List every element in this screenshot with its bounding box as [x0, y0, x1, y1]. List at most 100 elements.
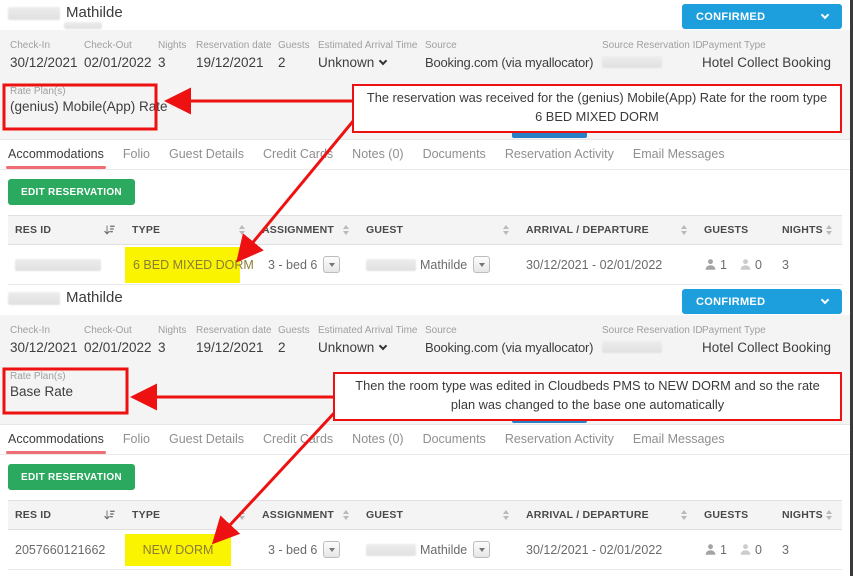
nights-cell: 3 — [775, 258, 842, 272]
col-arrival-departure[interactable]: ARRIVAL / DEPARTURE — [519, 224, 697, 236]
tab-documents[interactable]: Documents — [423, 147, 486, 167]
col-guest[interactable]: GUEST — [359, 224, 519, 236]
tab-separator — [0, 169, 850, 170]
caret-down-icon — [479, 548, 485, 552]
table-row: 2057660121662 NEW DORM 3 - bed 6 Mathild… — [8, 530, 842, 570]
info-guests: Guests2 — [278, 325, 310, 355]
sort-icon — [681, 225, 687, 235]
rate-plan-value: Base Rate — [10, 384, 73, 399]
chevron-down-icon — [379, 341, 387, 349]
sort-amount-icon — [103, 509, 115, 521]
sort-icon — [826, 510, 832, 520]
redacted-res-id — [15, 259, 101, 271]
type-cell: NEW DORM — [125, 534, 255, 566]
sort-icon — [503, 510, 509, 520]
status-dropdown[interactable]: CONFIRMED — [682, 289, 842, 314]
sort-icon — [343, 510, 349, 520]
chevron-down-icon — [821, 296, 829, 304]
info-reservation-date: Reservation date19/12/2021 — [196, 40, 272, 70]
info-guests: Guests2 — [278, 40, 310, 70]
tab-credit-cards[interactable]: Credit Cards — [263, 147, 333, 167]
col-guest[interactable]: GUEST — [359, 509, 519, 521]
col-arrival-departure[interactable]: ARRIVAL / DEPARTURE — [519, 509, 697, 521]
caret-down-icon — [329, 548, 335, 552]
room-type-highlight[interactable]: 6 BED MIXED DORM — [125, 247, 240, 283]
redacted-first-name — [366, 544, 416, 556]
tab-accommodations[interactable]: Accommodations — [8, 147, 104, 167]
info-nights: Nights3 — [158, 325, 186, 355]
col-type[interactable]: TYPE — [125, 509, 255, 521]
info-payment-type: Payment TypeHotel Collect Booking — [702, 325, 831, 355]
info-arrival-time: Estimated Arrival Time Unknown — [318, 325, 417, 355]
arrival-time-dropdown[interactable]: Unknown — [318, 55, 417, 70]
guest-name: Mathilde — [66, 4, 123, 21]
reservation-header: Mathilde CONFIRMED — [0, 0, 850, 30]
redacted-source-id — [602, 341, 662, 353]
chevron-down-icon — [821, 11, 829, 19]
status-dropdown[interactable]: CONFIRMED — [682, 4, 842, 29]
col-nights[interactable]: NIGHTS — [775, 509, 842, 521]
info-reservation-date: Reservation date19/12/2021 — [196, 325, 272, 355]
edit-reservation-button[interactable]: EDIT RESERVATION — [8, 464, 135, 490]
sort-icon — [343, 225, 349, 235]
guest-dropdown[interactable] — [473, 541, 490, 558]
sort-amount-icon — [103, 224, 115, 236]
adult-icon — [704, 543, 717, 556]
tab-guest-details[interactable]: Guest Details — [169, 432, 244, 452]
info-nights: Nights3 — [158, 40, 186, 70]
accommodations-table: RES ID TYPE ASSIGNMENT GUEST ARRIVAL / D… — [8, 215, 842, 285]
info-check-in: Check-In30/12/2021 — [10, 40, 78, 70]
info-source-reservation-id: Source Reservation ID — [602, 325, 703, 358]
tab-separator — [0, 454, 850, 455]
redacted-first-name — [366, 259, 416, 271]
annotation-callout: Then the room type was edited in Cloudbe… — [333, 372, 842, 421]
col-res-id[interactable]: RES ID — [8, 224, 125, 236]
reservation-panel-after: Mathilde CONFIRMED Check-In30/12/2021 Ch… — [0, 285, 850, 576]
guest-dropdown[interactable] — [473, 256, 490, 273]
guest-name: Mathilde — [66, 289, 123, 306]
assignment-dropdown[interactable] — [323, 256, 340, 273]
col-res-id[interactable]: RES ID — [8, 509, 125, 521]
col-assignment[interactable]: ASSIGNMENT — [255, 509, 359, 521]
tab-folio[interactable]: Folio — [123, 147, 150, 167]
tab-reservation-activity[interactable]: Reservation Activity — [505, 432, 614, 452]
tab-email-messages[interactable]: Email Messages — [633, 432, 725, 452]
room-type-highlight[interactable]: NEW DORM — [125, 534, 231, 566]
table-header: RES ID TYPE ASSIGNMENT GUEST ARRIVAL / D… — [8, 500, 842, 530]
type-cell: 6 BED MIXED DORM — [125, 247, 255, 283]
col-assignment[interactable]: ASSIGNMENT — [255, 224, 359, 236]
sort-icon — [826, 225, 832, 235]
tab-notes[interactable]: Notes (0) — [352, 432, 403, 452]
tab-folio[interactable]: Folio — [123, 432, 150, 452]
tab-guest-details[interactable]: Guest Details — [169, 147, 244, 167]
adult-icon — [704, 258, 717, 271]
sort-icon — [239, 225, 245, 235]
col-guests: GUESTS — [697, 509, 775, 521]
guest-cell: Mathilde — [359, 541, 519, 558]
arrival-departure-cell: 30/12/2021 - 02/01/2022 — [519, 543, 697, 557]
redacted-surname — [8, 7, 60, 20]
annotation-callout: The reservation was received for the (ge… — [352, 84, 842, 133]
tab-documents[interactable]: Documents — [423, 432, 486, 452]
child-icon — [739, 258, 752, 271]
sort-icon — [239, 510, 245, 520]
caret-down-icon — [329, 263, 335, 267]
guests-cell: 1 0 — [697, 543, 775, 557]
status-label: CONFIRMED — [696, 11, 822, 23]
tab-notes[interactable]: Notes (0) — [352, 147, 403, 167]
tab-accommodations[interactable]: Accommodations — [8, 432, 104, 452]
tab-credit-cards[interactable]: Credit Cards — [263, 432, 333, 452]
redacted-source-id — [602, 56, 662, 68]
edit-reservation-button[interactable]: EDIT RESERVATION — [8, 179, 135, 205]
caret-down-icon — [479, 263, 485, 267]
guest-cell: Mathilde — [359, 256, 519, 273]
assignment-dropdown[interactable] — [323, 541, 340, 558]
arrival-time-dropdown[interactable]: Unknown — [318, 340, 417, 355]
info-check-in: Check-In30/12/2021 — [10, 325, 78, 355]
tab-email-messages[interactable]: Email Messages — [633, 147, 725, 167]
arrival-departure-cell: 30/12/2021 - 02/01/2022 — [519, 258, 697, 272]
tab-reservation-activity[interactable]: Reservation Activity — [505, 147, 614, 167]
sort-icon — [503, 225, 509, 235]
col-nights[interactable]: NIGHTS — [775, 224, 842, 236]
col-type[interactable]: TYPE — [125, 224, 255, 236]
